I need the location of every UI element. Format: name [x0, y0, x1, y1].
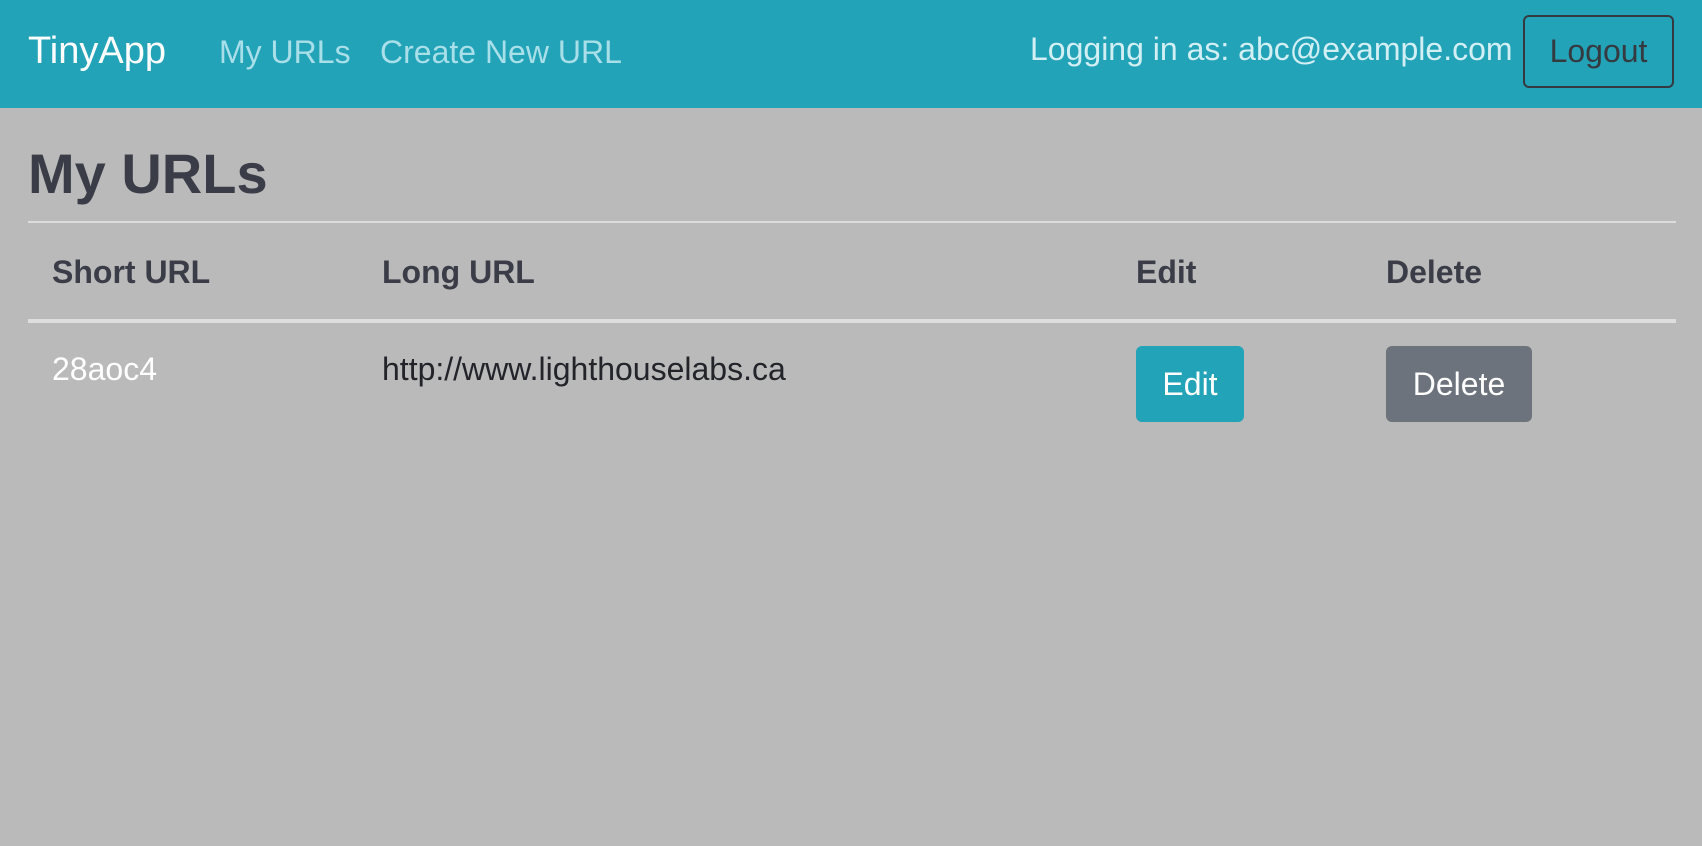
edit-button[interactable]: Edit: [1136, 346, 1244, 422]
nav-link-create-new-url[interactable]: Create New URL: [380, 30, 622, 74]
column-header-long-url: Long URL: [382, 254, 535, 290]
short-url-cell: 28aoc4: [52, 351, 157, 387]
navbar: TinyApp My URLs Create New URL Logging i…: [0, 0, 1702, 108]
nav-link-my-urls[interactable]: My URLs: [219, 30, 351, 74]
login-status-text: Logging in as: abc@example.com: [1030, 31, 1513, 67]
table-row: 28aoc4 http://www.lighthouselabs.ca Edit…: [28, 323, 1676, 433]
table-header-row: Short URL Long URL Edit Delete: [28, 223, 1676, 320]
column-header-delete: Delete: [1386, 254, 1483, 290]
column-header-edit: Edit: [1136, 254, 1197, 290]
logout-button[interactable]: Logout: [1523, 15, 1674, 88]
column-header-short-url: Short URL: [52, 254, 211, 290]
delete-button[interactable]: Delete: [1386, 346, 1532, 422]
brand-link[interactable]: TinyApp: [28, 27, 166, 75]
page-title: My URLs: [28, 142, 268, 205]
long-url-cell: http://www.lighthouselabs.ca: [382, 351, 786, 387]
